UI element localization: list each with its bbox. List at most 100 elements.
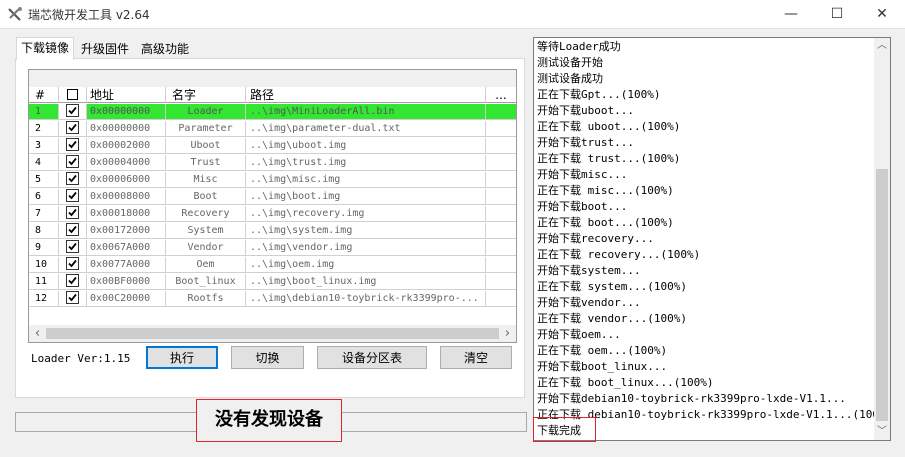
row-path[interactable]: ..\img\recovery.img	[246, 206, 486, 222]
row-address: 0x00172000	[87, 223, 166, 239]
row-checkbox[interactable]	[66, 240, 79, 253]
row-number: 7	[29, 206, 59, 222]
tab-download-image[interactable]: 下载镜像	[16, 37, 75, 60]
row-browse-button[interactable]	[486, 223, 516, 239]
row-browse-button[interactable]	[486, 138, 516, 154]
row-address: 0x00006000	[87, 172, 166, 188]
close-button[interactable]: ✕	[859, 0, 905, 28]
row-browse-button[interactable]	[486, 189, 516, 205]
table-row[interactable]: 10 0x0077A000 Oem ..\img\oem.img	[29, 257, 516, 274]
table-row[interactable]: 9 0x0067A000 Vendor ..\img\vendor.img	[29, 240, 516, 257]
horizontal-scrollbar[interactable]: ‹ ›	[29, 325, 516, 342]
table-row[interactable]: 3 0x00002000 Uboot ..\img\uboot.img	[29, 138, 516, 155]
tab-upgrade-firmware[interactable]: 升级固件	[77, 39, 133, 59]
log-line: 测试设备开始	[537, 56, 603, 69]
table-row[interactable]: 4 0x00004000 Trust ..\img\trust.img	[29, 155, 516, 172]
row-checkbox-cell[interactable]	[59, 121, 87, 137]
row-browse-button[interactable]	[486, 121, 516, 137]
row-number: 4	[29, 155, 59, 171]
row-name: Rootfs	[166, 291, 246, 307]
row-address: 0x00000000	[87, 104, 166, 120]
partition-table-button[interactable]: 设备分区表	[317, 346, 427, 369]
scroll-left-icon[interactable]: ‹	[29, 325, 46, 342]
run-button[interactable]: 执行	[146, 346, 218, 369]
row-checkbox[interactable]	[66, 291, 79, 304]
tab-advanced-functions[interactable]: 高级功能	[137, 39, 193, 59]
row-path[interactable]: ..\img\boot.img	[246, 189, 486, 205]
row-number: 9	[29, 240, 59, 256]
row-browse-button[interactable]	[486, 257, 516, 273]
log-line: 正在下载 vendor...(100%)	[537, 312, 687, 325]
row-checkbox-cell[interactable]	[59, 138, 87, 154]
row-path[interactable]: ..\img\MiniLoaderAll.bin	[246, 104, 486, 120]
row-address: 0x0067A000	[87, 240, 166, 256]
table-row[interactable]: 2 0x00000000 Parameter ..\img\parameter-dua…	[29, 121, 516, 138]
row-path[interactable]: ..\img\vendor.img	[246, 240, 486, 256]
row-browse-button[interactable]	[486, 172, 516, 188]
log-line: 开始下载trust...	[537, 136, 634, 149]
row-path[interactable]: ..\img\oem.img	[246, 257, 486, 273]
table-row[interactable]: 5 0x00006000 Misc ..\img\misc.img	[29, 172, 516, 189]
log-line: 正在下载 uboot...(100%)	[537, 120, 681, 133]
row-number: 5	[29, 172, 59, 188]
row-path[interactable]: ..\img\uboot.img	[246, 138, 486, 154]
table-row[interactable]: 12 0x00C20000 Rootfs ..\img\debian10-toybri…	[29, 291, 516, 308]
row-address: 0x00008000	[87, 189, 166, 205]
row-checkbox-cell[interactable]	[59, 155, 87, 171]
switch-button[interactable]: 切换	[231, 346, 304, 369]
row-name: Trust	[166, 155, 246, 171]
minimize-button[interactable]: —	[768, 0, 814, 28]
row-path[interactable]: ..\img\debian10-toybrick-rk3399pro-...	[246, 291, 486, 307]
scroll-down-icon[interactable]: ﹀	[874, 424, 890, 440]
row-checkbox-cell[interactable]	[59, 274, 87, 290]
log-panel[interactable]: 等待Loader成功 测试设备开始 测试设备成功 正在下载Gpt...(100%) 开始…	[533, 37, 891, 441]
table-row[interactable]: 1 0x00000000 Loader ..\img\MiniLoaderAll.bi…	[29, 104, 516, 121]
row-checkbox[interactable]	[66, 257, 79, 270]
row-checkbox[interactable]	[66, 172, 79, 185]
row-browse-button[interactable]	[486, 104, 516, 120]
scroll-right-icon[interactable]: ›	[499, 325, 516, 342]
row-checkbox[interactable]	[66, 104, 79, 117]
scrollbar-thumb[interactable]	[876, 169, 888, 421]
row-path[interactable]: ..\img\misc.img	[246, 172, 486, 188]
row-path[interactable]: ..\img\system.img	[246, 223, 486, 239]
row-checkbox-cell[interactable]	[59, 223, 87, 239]
table-row[interactable]: 7 0x00018000 Recovery ..\img\recovery.img	[29, 206, 516, 223]
row-number: 3	[29, 138, 59, 154]
row-browse-button[interactable]	[486, 274, 516, 290]
column-select-all[interactable]	[59, 87, 87, 103]
table-row[interactable]: 8 0x00172000 System ..\img\system.img	[29, 223, 516, 240]
row-checkbox-cell[interactable]	[59, 257, 87, 273]
log-line: 测试设备成功	[537, 72, 603, 85]
row-checkbox-cell[interactable]	[59, 206, 87, 222]
row-browse-button[interactable]	[486, 155, 516, 171]
row-checkbox[interactable]	[66, 206, 79, 219]
row-checkbox[interactable]	[66, 121, 79, 134]
row-checkbox-cell[interactable]	[59, 104, 87, 120]
clear-button[interactable]: 清空	[440, 346, 512, 369]
row-checkbox[interactable]	[66, 155, 79, 168]
row-checkbox-cell[interactable]	[59, 240, 87, 256]
table-row[interactable]: 6 0x00008000 Boot ..\img\boot.img	[29, 189, 516, 206]
row-browse-button[interactable]	[486, 206, 516, 222]
close-icon: ✕	[876, 6, 888, 22]
row-browse-button[interactable]	[486, 291, 516, 307]
maximize-button[interactable]: ☐	[814, 0, 860, 28]
row-address: 0x00004000	[87, 155, 166, 171]
row-path[interactable]: ..\img\parameter-dual.txt	[246, 121, 486, 137]
row-checkbox-cell[interactable]	[59, 189, 87, 205]
scroll-up-icon[interactable]: ︿	[874, 38, 890, 54]
row-checkbox-cell[interactable]	[59, 291, 87, 307]
row-path[interactable]: ..\img\trust.img	[246, 155, 486, 171]
row-checkbox[interactable]	[66, 223, 79, 236]
scrollbar-thumb[interactable]	[46, 328, 499, 339]
row-checkbox[interactable]	[66, 189, 79, 202]
row-browse-button[interactable]	[486, 240, 516, 256]
row-checkbox[interactable]	[66, 138, 79, 151]
row-checkbox-cell[interactable]	[59, 172, 87, 188]
vertical-scrollbar[interactable]: ︿ ﹀	[874, 38, 890, 440]
row-path[interactable]: ..\img\boot_linux.img	[246, 274, 486, 290]
row-checkbox[interactable]	[66, 274, 79, 287]
table-row[interactable]: 11 0x00BF0000 Boot_linux ..\img\boot_linux.…	[29, 274, 516, 291]
select-all-checkbox[interactable]	[67, 89, 78, 100]
